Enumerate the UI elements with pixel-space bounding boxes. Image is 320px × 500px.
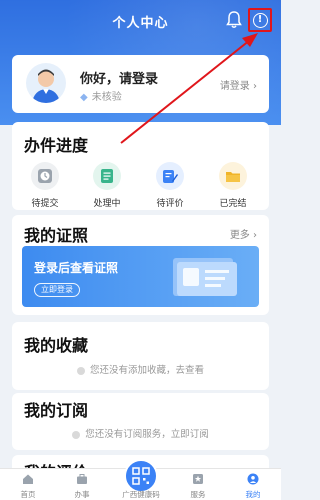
progress-item-completed[interactable]: 已完结 (203, 162, 263, 209)
tab-home[interactable]: 首页 (6, 473, 50, 500)
favorites-title: 我的收藏 (24, 336, 89, 355)
login-link[interactable]: 请登录 › (220, 77, 257, 92)
progress-item-pending-evaluation[interactable]: 待评价 (140, 162, 200, 209)
certificates-card: 我的证照 更多 › 登录后查看证照 立即登录 (12, 215, 269, 315)
document-icon (93, 162, 121, 190)
diamond-icon: ◆ (80, 92, 88, 103)
health-code-button[interactable] (124, 459, 158, 493)
greeting-text: 你好，请登录 (80, 72, 159, 87)
empty-icon (72, 430, 81, 439)
more-link[interactable]: 更多 › (230, 226, 257, 241)
user-card[interactable]: 你好，请登录 ◆ 未核验 请登录 › (12, 55, 269, 113)
folder-icon (219, 162, 247, 190)
progress-title: 办件进度 (24, 136, 89, 155)
id-card-illustration (173, 258, 237, 296)
info-icon: ! (252, 12, 268, 28)
tab-affairs[interactable]: 办事 (60, 473, 104, 500)
favorites-card: 我的收藏 您还没有添加收藏，去查看 (12, 322, 269, 390)
login-now-button[interactable]: 立即登录 (34, 283, 80, 297)
briefcase-icon (77, 474, 87, 484)
certificate-banner[interactable]: 登录后查看证照 立即登录 (22, 246, 259, 307)
home-icon (23, 474, 33, 484)
progress-item-pending-submit[interactable]: 待提交 (15, 162, 75, 209)
clock-icon (31, 162, 59, 190)
favorites-empty-message[interactable]: 您还没有添加收藏，去查看 (12, 362, 269, 376)
qr-code-icon (132, 467, 150, 485)
tab-mine[interactable]: 我的 (231, 473, 275, 500)
edit-icon (156, 162, 184, 190)
progress-card: 办件进度 待提交 处理中 待评价 已完结 (12, 122, 269, 210)
subscriptions-empty-message[interactable]: 您还没有订阅服务，立即订阅 (12, 426, 269, 440)
star-icon (193, 474, 203, 484)
empty-icon (76, 366, 85, 375)
health-code-label: 广西健康码 (122, 490, 160, 499)
subscriptions-card: 我的订阅 您还没有订阅服务，立即订阅 (12, 393, 269, 450)
subscriptions-title: 我的订阅 (24, 401, 89, 420)
certificates-title: 我的证照 (24, 226, 89, 245)
progress-item-processing[interactable]: 处理中 (77, 162, 137, 209)
info-button[interactable]: ! (248, 8, 272, 32)
certificate-banner-text: 登录后查看证照 (34, 261, 119, 275)
tab-service[interactable]: 服务 (176, 473, 220, 500)
verification-status: ◆ 未核验 (80, 92, 122, 103)
user-icon (247, 473, 259, 485)
avatar (26, 63, 66, 103)
bell-icon[interactable] (226, 11, 242, 29)
